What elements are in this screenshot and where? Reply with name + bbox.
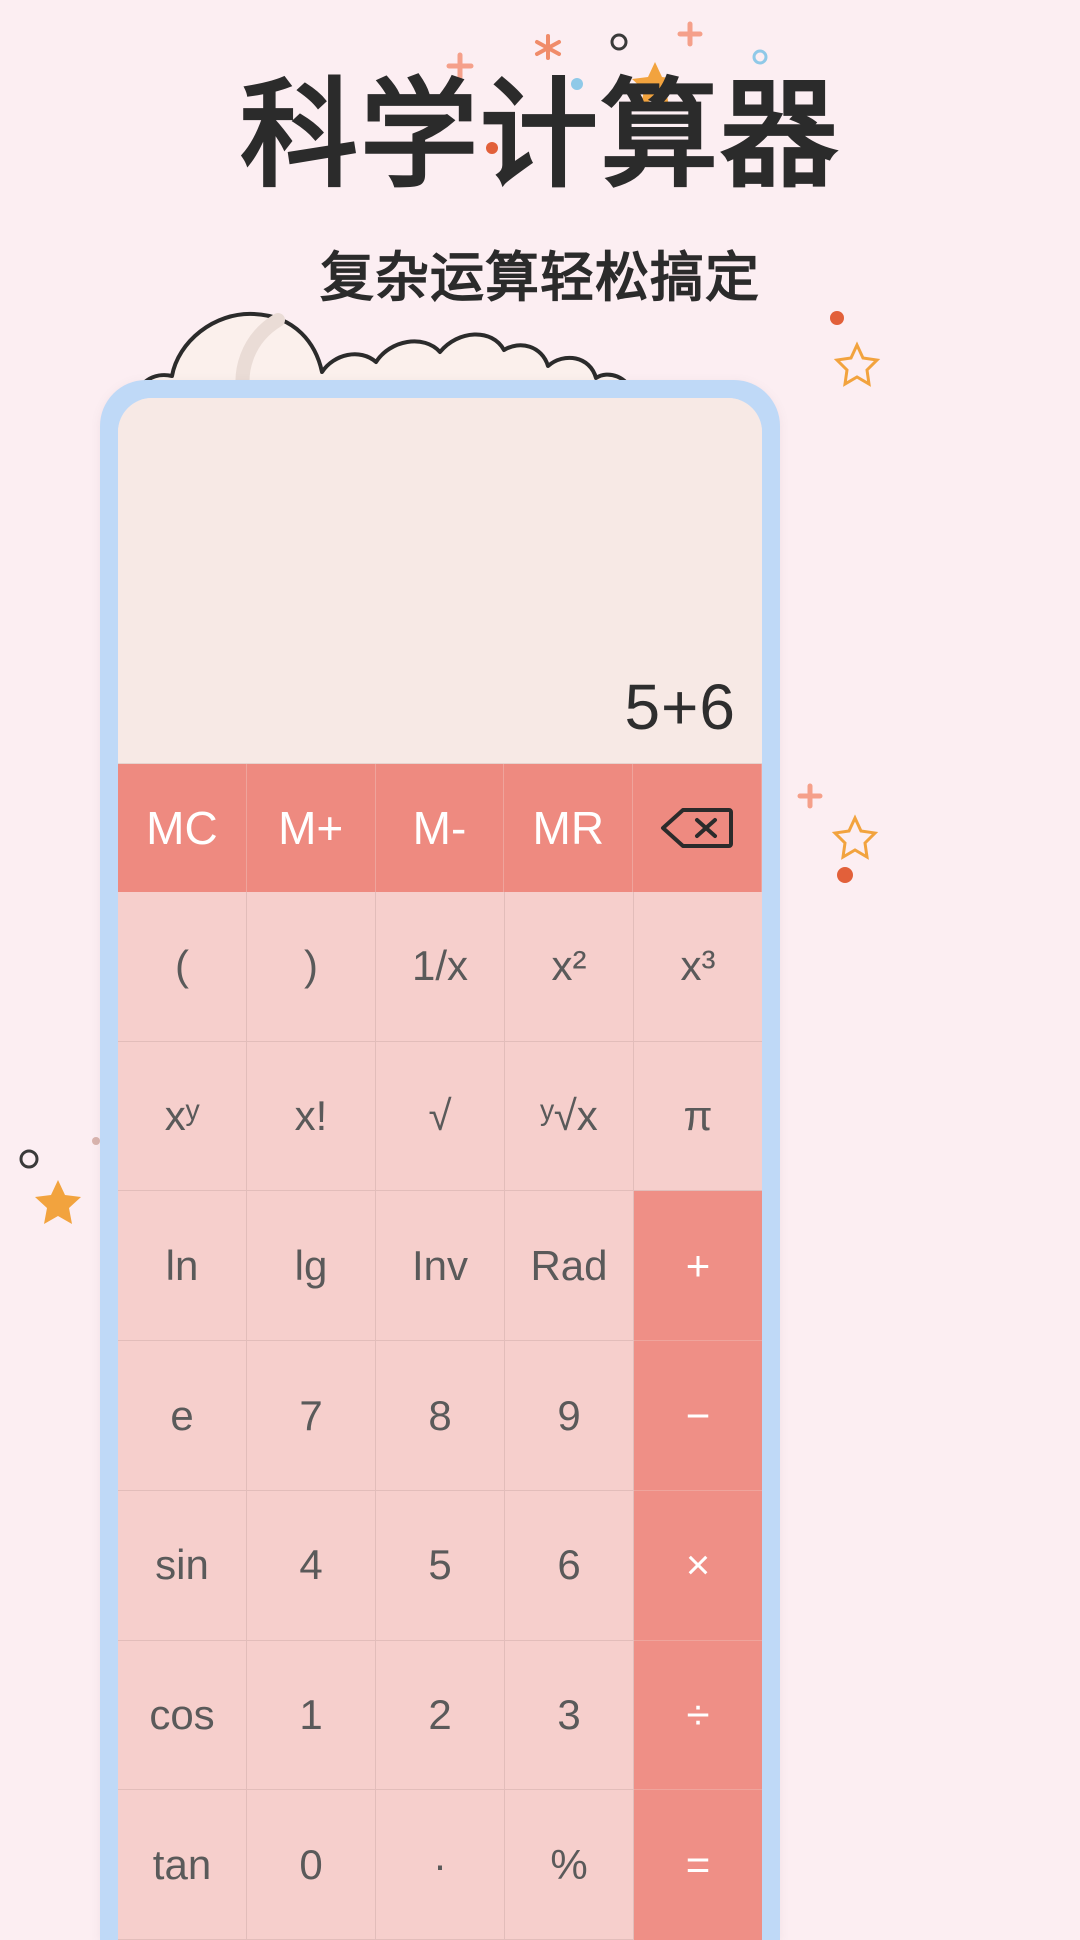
key-memory-clear[interactable]: MC: [118, 764, 247, 892]
key-cube[interactable]: x³: [634, 892, 762, 1042]
key-inverse[interactable]: Inv: [376, 1191, 505, 1342]
key-close-paren[interactable]: ): [247, 892, 376, 1042]
key-6[interactable]: 6: [505, 1490, 634, 1641]
key-euler[interactable]: e: [118, 1341, 247, 1491]
key-0[interactable]: 0: [247, 1790, 376, 1940]
key-divide[interactable]: ÷: [634, 1640, 762, 1791]
key-5[interactable]: 5: [376, 1490, 505, 1641]
keypad-row: tan 0 · % =: [118, 1790, 762, 1940]
keypad-row: ( ) 1/x x² x³: [118, 892, 762, 1042]
page-subtitle: 复杂运算轻松搞定: [320, 246, 760, 310]
header: 科学计算器 复杂运算轻松搞定: [0, 0, 1080, 312]
calculator-keypad: MC M+ M- MR ( ) 1/x x² x³ xʸ x! √ ʸ√x π …: [118, 764, 762, 1940]
key-plus[interactable]: +: [634, 1191, 762, 1342]
calculator-screen: 5+6 MC M+ M- MR ( ) 1/x x² x³ xʸ x! √ ʸ√…: [118, 398, 762, 1940]
key-3[interactable]: 3: [505, 1640, 634, 1791]
key-2[interactable]: 2: [376, 1640, 505, 1791]
key-sine[interactable]: sin: [118, 1490, 247, 1641]
key-1[interactable]: 1: [247, 1640, 376, 1791]
key-radian-mode[interactable]: Rad: [505, 1191, 634, 1342]
keypad-row: ln lg Inv Rad +: [118, 1191, 762, 1342]
key-4[interactable]: 4: [247, 1490, 376, 1641]
backspace-icon: [661, 808, 734, 848]
key-minus[interactable]: −: [634, 1341, 762, 1491]
key-cosine[interactable]: cos: [118, 1640, 247, 1791]
page-title: 科学计算器: [239, 66, 840, 204]
key-8[interactable]: 8: [376, 1341, 505, 1491]
display-expression: 5+6: [624, 671, 736, 743]
key-memory-recall[interactable]: MR: [504, 764, 634, 892]
key-decimal[interactable]: ·: [376, 1790, 505, 1940]
key-nth-root[interactable]: ʸ√x: [505, 1041, 634, 1192]
keypad-row: xʸ x! √ ʸ√x π: [118, 1041, 762, 1192]
key-natural-log[interactable]: ln: [118, 1191, 247, 1342]
key-pi[interactable]: π: [634, 1041, 762, 1192]
key-power[interactable]: xʸ: [118, 1041, 247, 1192]
key-backspace[interactable]: [633, 764, 762, 892]
key-square[interactable]: x²: [505, 892, 634, 1042]
keypad-row: cos 1 2 3 ÷: [118, 1640, 762, 1791]
key-memory-subtract[interactable]: M-: [375, 764, 505, 892]
key-open-paren[interactable]: (: [118, 892, 247, 1042]
key-reciprocal[interactable]: 1/x: [376, 892, 505, 1042]
calculator-display: 5+6: [118, 398, 762, 764]
key-log10[interactable]: lg: [247, 1191, 376, 1342]
phone-frame: 5+6 MC M+ M- MR ( ) 1/x x² x³ xʸ x! √ ʸ√…: [100, 380, 780, 1940]
key-percent[interactable]: %: [505, 1790, 634, 1940]
key-tangent[interactable]: tan: [118, 1790, 247, 1940]
memory-row: MC M+ M- MR: [118, 764, 762, 892]
key-9[interactable]: 9: [505, 1341, 634, 1491]
key-factorial[interactable]: x!: [247, 1041, 376, 1192]
key-square-root[interactable]: √: [376, 1041, 505, 1192]
key-7[interactable]: 7: [247, 1341, 376, 1491]
key-equals[interactable]: =: [634, 1790, 762, 1940]
key-memory-add[interactable]: M+: [246, 764, 376, 892]
key-multiply[interactable]: ×: [634, 1490, 762, 1641]
keypad-row: sin 4 5 6 ×: [118, 1490, 762, 1641]
keypad-row: e 7 8 9 −: [118, 1341, 762, 1491]
